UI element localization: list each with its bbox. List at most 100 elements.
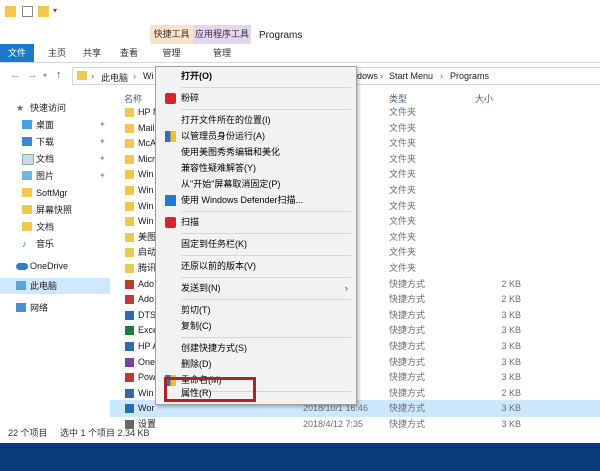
file-name: Win	[138, 185, 154, 195]
window-title: Programs	[259, 30, 303, 41]
folder-icon	[125, 201, 134, 211]
nav-this-pc[interactable]: 此电脑	[0, 278, 110, 294]
chevron-down-icon[interactable]: ▾	[43, 71, 47, 80]
tab-share[interactable]: 共享	[75, 44, 109, 62]
nav-music[interactable]: ♪ 音乐	[0, 236, 110, 252]
chevron-right-icon: ›	[91, 71, 94, 81]
menu-pin-taskbar[interactable]: 固定到任务栏(K)	[156, 236, 356, 253]
tab-home[interactable]: 主页	[40, 44, 74, 62]
navigation-pane: ★ 快速访问 桌面 ✦ 下载 ✦ 文档 ✦ 图片 ✦ SoftMgr 屏幕快照 …	[0, 92, 110, 422]
nav-quick-access[interactable]: ★ 快速访问	[0, 100, 110, 116]
menu-compat[interactable]: 兼容性疑难解答(Y)	[156, 160, 356, 177]
cloud-icon	[16, 263, 28, 270]
breadcrumb-start-menu[interactable]: Start Menu	[389, 71, 433, 81]
file-name: 腾讯	[138, 263, 157, 273]
breadcrumb-windows-tail[interactable]: dows	[357, 71, 378, 81]
folder-icon	[125, 186, 134, 195]
file-type: 快捷方式	[389, 403, 426, 414]
status-bar: 22 个项目 选中 1 个项目 2.34 KB	[0, 424, 600, 443]
nav-onedrive[interactable]: OneDrive	[0, 258, 110, 274]
menu-create-shortcut[interactable]: 创建快捷方式(S)	[156, 340, 356, 357]
menu-scan[interactable]: 扫描	[156, 214, 356, 231]
highlight-box	[164, 377, 256, 402]
file-type: 快捷方式	[389, 294, 426, 305]
tab-view[interactable]: 查看	[112, 44, 146, 62]
uac-shield-icon	[165, 131, 176, 142]
file-type: 快捷方式	[389, 278, 426, 289]
file-size: 2 KB	[501, 294, 521, 305]
file-type: 快捷方式	[389, 356, 426, 367]
nav-screenshots[interactable]: 屏幕快照	[0, 202, 110, 218]
menu-send-to[interactable]: 发送到(N) ›	[156, 280, 356, 297]
item-count: 22 个项目	[8, 428, 48, 438]
menu-open-location[interactable]: 打开文件所在的位置(I)	[156, 112, 356, 129]
shortcut-icon	[125, 388, 134, 398]
folder-icon	[125, 139, 134, 149]
menu-defender[interactable]: 使用 Windows Defender扫描...	[156, 192, 356, 209]
chevron-down-icon[interactable]: ▾	[53, 6, 64, 17]
download-icon	[22, 137, 32, 146]
star-icon: ★	[16, 103, 25, 113]
folder-icon	[22, 188, 32, 197]
computer-icon	[16, 281, 26, 290]
shortcut-icon	[125, 326, 134, 336]
menu-delete[interactable]: 删除(D)	[156, 356, 356, 373]
file-type: 快捷方式	[389, 372, 426, 383]
file-name: Ado	[138, 294, 155, 305]
file-type: 文件夹	[389, 185, 417, 195]
properties-icon[interactable]	[22, 6, 33, 17]
folder-icon	[125, 217, 134, 227]
shield-icon	[165, 217, 176, 228]
file-name: Win	[138, 200, 154, 211]
shortcut-icon	[125, 295, 134, 305]
file-size: 3 KB	[501, 341, 521, 351]
menu-separator	[181, 211, 351, 212]
file-type: 快捷方式	[389, 341, 426, 351]
back-arrow-icon[interactable]: ←	[10, 69, 21, 81]
shield-icon	[165, 93, 176, 104]
file-name: Pow	[138, 372, 156, 383]
context-menu: 打开(O) 粉碎 打开文件所在的位置(I) 以管理员身份运行(A) 使用美图秀秀…	[155, 66, 357, 405]
file-type: 文件夹	[389, 200, 417, 211]
nav-desktop[interactable]: 桌面 ✦	[0, 117, 110, 133]
pin-icon: ✦	[99, 154, 106, 163]
nav-downloads[interactable]: 下载 ✦	[0, 134, 110, 150]
chevron-right-icon: ›	[440, 71, 443, 81]
nav-documents[interactable]: 文档 ✦	[0, 151, 110, 167]
menu-open[interactable]: 打开(O)	[156, 68, 356, 85]
nav-network[interactable]: 网络	[0, 300, 110, 316]
menu-separator	[181, 277, 351, 278]
up-arrow-icon[interactable]: ↑	[56, 69, 62, 81]
file-size: 3 KB	[501, 325, 521, 336]
nav-softmgr[interactable]: SoftMgr	[0, 185, 110, 201]
folder-icon	[125, 232, 134, 242]
menu-cut[interactable]: 剪切(T)	[156, 302, 356, 319]
menu-separator	[181, 299, 351, 300]
tab-manage-app[interactable]: 管理	[193, 44, 251, 62]
pin-icon: ✦	[99, 171, 106, 180]
tab-manage-shortcut[interactable]: 管理	[150, 44, 193, 62]
defender-icon	[165, 195, 176, 206]
menu-copy[interactable]: 复制(C)	[156, 318, 356, 335]
breadcrumb-this-pc[interactable]: 此电脑	[101, 71, 128, 84]
menu-separator	[181, 109, 351, 110]
menu-shred[interactable]: 粉碎	[156, 90, 356, 107]
file-type: 文件夹	[389, 231, 417, 242]
menu-run-admin[interactable]: 以管理员身份运行(A)	[156, 128, 356, 145]
folder-icon	[125, 170, 134, 180]
forward-arrow-icon[interactable]: →	[27, 69, 38, 81]
nav-documents-2[interactable]: 文档	[0, 219, 110, 235]
breadcrumb-windows[interactable]: Wi	[143, 71, 154, 81]
menu-meitu[interactable]: 使用美图秀秀编辑和美化	[156, 144, 356, 161]
file-type: 快捷方式	[389, 325, 426, 336]
tab-file[interactable]: 文件	[0, 44, 34, 62]
menu-unpin-start[interactable]: 从"开始"屏幕取消固定(P)	[156, 176, 356, 193]
nav-pictures[interactable]: 图片 ✦	[0, 168, 110, 184]
file-name: 美图	[138, 231, 157, 242]
new-folder-icon[interactable]	[38, 6, 49, 17]
selection-info: 选中 1 个项目 2.34 KB	[60, 428, 150, 438]
menu-restore[interactable]: 还原以前的版本(V)	[156, 258, 356, 275]
file-type: 文件夹	[389, 169, 417, 180]
breadcrumb-programs[interactable]: Programs	[450, 71, 489, 81]
shortcut-icon	[125, 373, 134, 383]
